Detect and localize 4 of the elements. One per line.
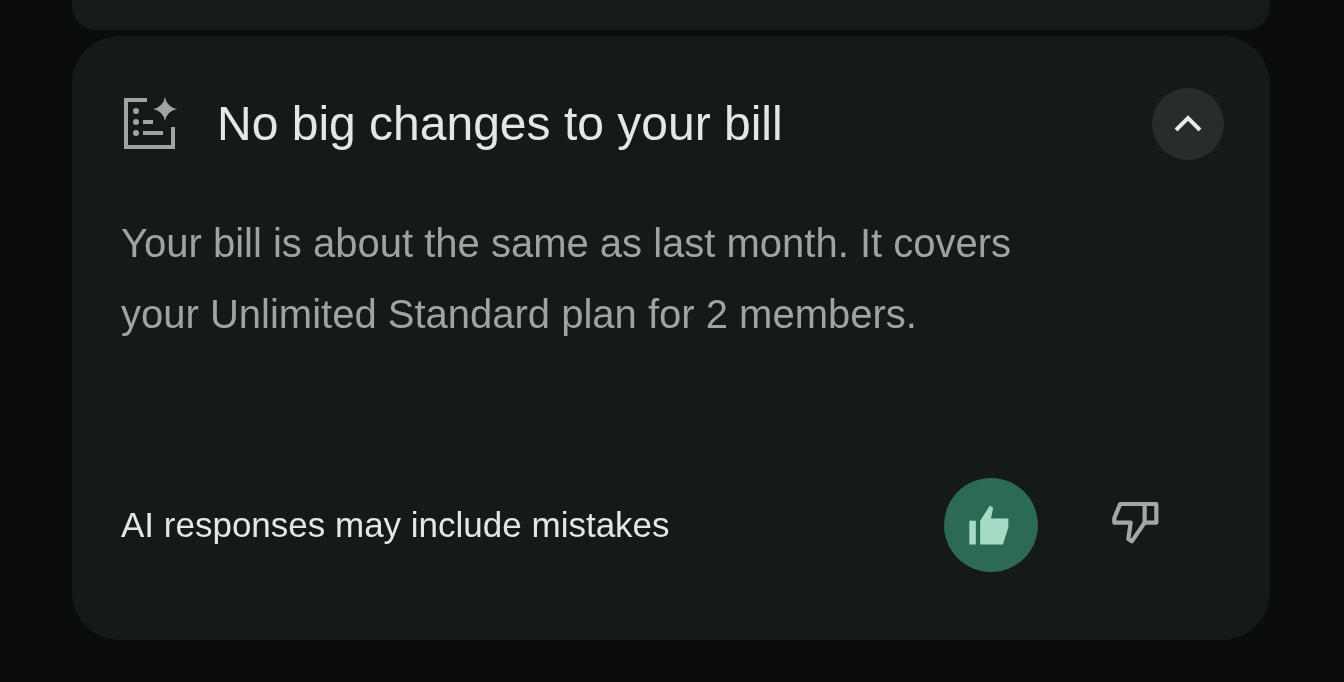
card-title: No big changes to your bill (217, 100, 784, 148)
chevron-up-icon (1173, 115, 1203, 133)
disclaimer-text: AI responses may include mistakes (121, 503, 671, 546)
summary-text: Your bill is about the same as last month. It covers your Unlimited Standard plan for 2 members. (121, 220, 1013, 338)
